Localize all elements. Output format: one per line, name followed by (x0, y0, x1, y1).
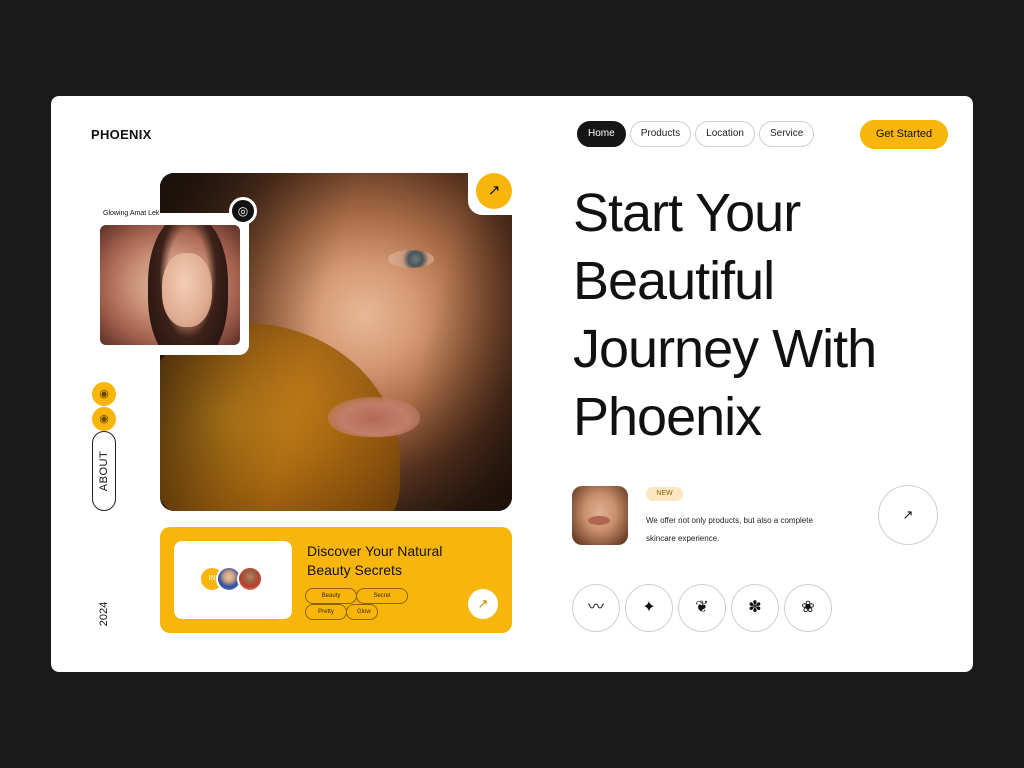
promo-title: Discover Your Natural Beauty Secrets (307, 543, 443, 578)
news-photo (572, 486, 628, 545)
arrow-up-right-icon[interactable]: ↗ (878, 485, 938, 545)
spiral-icon[interactable]: ◉ (92, 407, 116, 431)
tag-secret[interactable]: Secret (356, 588, 408, 604)
tag-glow[interactable]: Glow (346, 604, 378, 620)
sparkle-icon[interactable]: ✦ (625, 584, 673, 632)
new-badge: NEW (646, 487, 683, 501)
spiral-icon[interactable]: ◎ (229, 197, 257, 225)
nav-home[interactable]: Home (577, 121, 626, 147)
year-text: 2024 (98, 601, 110, 627)
brand-logo[interactable]: PHOENIX (91, 127, 152, 142)
main-nav: Home Products Location Service (577, 121, 815, 147)
nav-products[interactable]: Products (629, 121, 692, 147)
tag-pretty[interactable]: Pretty (305, 604, 347, 620)
news-description: We offer not only products, but also a c… (646, 516, 813, 543)
leaf-icon[interactable]: ❦ (678, 584, 726, 632)
about-button[interactable]: ABOUT (92, 431, 116, 511)
arrow-up-right-icon[interactable]: ↗ (468, 589, 498, 619)
hero-headline: Start Your Beautiful Journey With Phoeni… (573, 183, 877, 447)
feature-icon-row: 〰 ✦ ❦ ✽ ❀ (572, 584, 832, 632)
nav-location[interactable]: Location (695, 121, 755, 147)
year-label: 2024 (91, 596, 117, 632)
arrow-up-right-icon[interactable]: ↗ (476, 173, 512, 209)
lotus-icon[interactable]: ❀ (784, 584, 832, 632)
nav-service[interactable]: Service (758, 121, 815, 147)
thumbnail-label: Glowing Amat Lek (103, 210, 160, 217)
flower-icon[interactable]: ✽ (731, 584, 779, 632)
spiral-icon[interactable]: ◉ (92, 382, 116, 406)
get-started-button[interactable]: Get Started (860, 120, 948, 149)
tag-beauty[interactable]: Beauty (305, 588, 357, 604)
thumbnail-photo[interactable] (100, 225, 240, 345)
avatar (237, 566, 263, 592)
wave-icon[interactable]: 〰 (572, 584, 620, 632)
landing-card: PHOENIX Home Products Location Service G… (51, 96, 973, 672)
about-label: ABOUT (98, 450, 110, 492)
